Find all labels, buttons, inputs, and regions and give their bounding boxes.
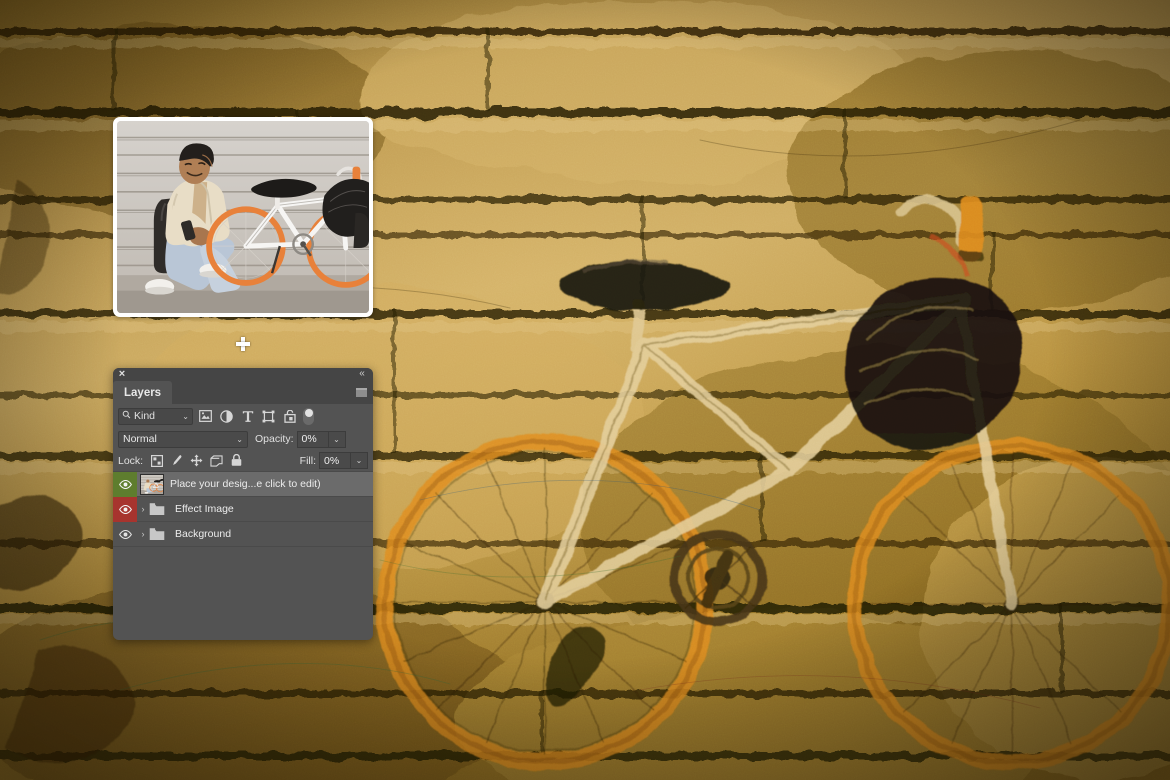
- table-row[interactable]: › Background: [113, 522, 373, 547]
- lock-all-icon[interactable]: [228, 452, 245, 469]
- lock-label: Lock:: [118, 454, 144, 467]
- blend-mode-select[interactable]: Normal ⌄: [118, 430, 248, 448]
- fill-input[interactable]: 0%: [319, 452, 351, 469]
- blend-mode-value: Normal: [123, 433, 157, 445]
- table-row[interactable]: Place your desig...e click to edit): [113, 471, 373, 497]
- layer-visibility-toggle[interactable]: [113, 471, 137, 497]
- layer-name: Effect Image: [175, 503, 234, 515]
- chevron-down-icon: ⌄: [182, 411, 189, 421]
- opacity-chevron-down-icon[interactable]: ⌄: [328, 430, 346, 448]
- preview-image: [117, 121, 369, 313]
- group-expand-chevron-icon[interactable]: ›: [137, 497, 149, 522]
- folder-icon: [149, 527, 165, 541]
- tab-layers[interactable]: Layers: [113, 381, 173, 404]
- lock-transparent-pixels-icon[interactable]: [148, 452, 165, 469]
- layers-panel[interactable]: × « Layers Kind ⌄ Normal ⌄ Opacity: 0% ⌄…: [113, 368, 373, 640]
- layer-list: Place your desig...e click to edit) › Ef…: [113, 471, 373, 620]
- panel-tabbar: Layers: [113, 381, 373, 404]
- adjustment-layer-filter-icon[interactable]: [218, 408, 235, 425]
- blend-mode-row: Normal ⌄ Opacity: 0% ⌄: [113, 428, 373, 450]
- opacity-label: Opacity:: [255, 433, 294, 445]
- close-icon[interactable]: ×: [116, 368, 128, 380]
- lock-row: Lock: Fill: 0% ⌄: [113, 450, 373, 472]
- layer-visibility-toggle[interactable]: [113, 496, 137, 522]
- panel-menu-icon[interactable]: [356, 388, 367, 397]
- filter-kind-label: Kind: [134, 410, 156, 422]
- folder-icon: [149, 502, 165, 516]
- layer-filter-row: Kind ⌄: [113, 404, 373, 428]
- panel-titlebar: × «: [113, 368, 373, 381]
- chevron-down-icon: ⌄: [236, 434, 243, 444]
- fill-label: Fill:: [299, 454, 316, 467]
- lock-position-icon[interactable]: [188, 452, 205, 469]
- layer-name: Place your desig...e click to edit): [170, 478, 321, 490]
- lock-artboard-nesting-icon[interactable]: [208, 452, 225, 469]
- shape-layer-filter-icon[interactable]: [260, 408, 277, 425]
- filter-enable-toggle[interactable]: [303, 407, 314, 425]
- layer-name: Background: [175, 528, 232, 540]
- layer-list-empty-area: [113, 547, 373, 620]
- filter-kind-select[interactable]: Kind ⌄: [118, 407, 193, 425]
- pixel-layer-filter-icon[interactable]: [197, 408, 214, 425]
- smart-object-filter-icon[interactable]: [281, 408, 298, 425]
- opacity-input[interactable]: 0%: [296, 430, 329, 448]
- search-icon: [122, 410, 131, 422]
- lock-image-pixels-icon[interactable]: [168, 452, 185, 469]
- collapse-to-icons-icon[interactable]: «: [355, 368, 369, 380]
- layer-visibility-toggle[interactable]: [113, 522, 137, 547]
- type-layer-filter-icon[interactable]: [239, 408, 256, 425]
- layer-thumbnail: [140, 473, 164, 495]
- table-row[interactable]: › Effect Image: [113, 496, 373, 522]
- placed-design-preview[interactable]: [113, 117, 373, 317]
- fill-chevron-down-icon[interactable]: ⌄: [351, 452, 368, 469]
- group-expand-chevron-icon[interactable]: ›: [137, 522, 149, 547]
